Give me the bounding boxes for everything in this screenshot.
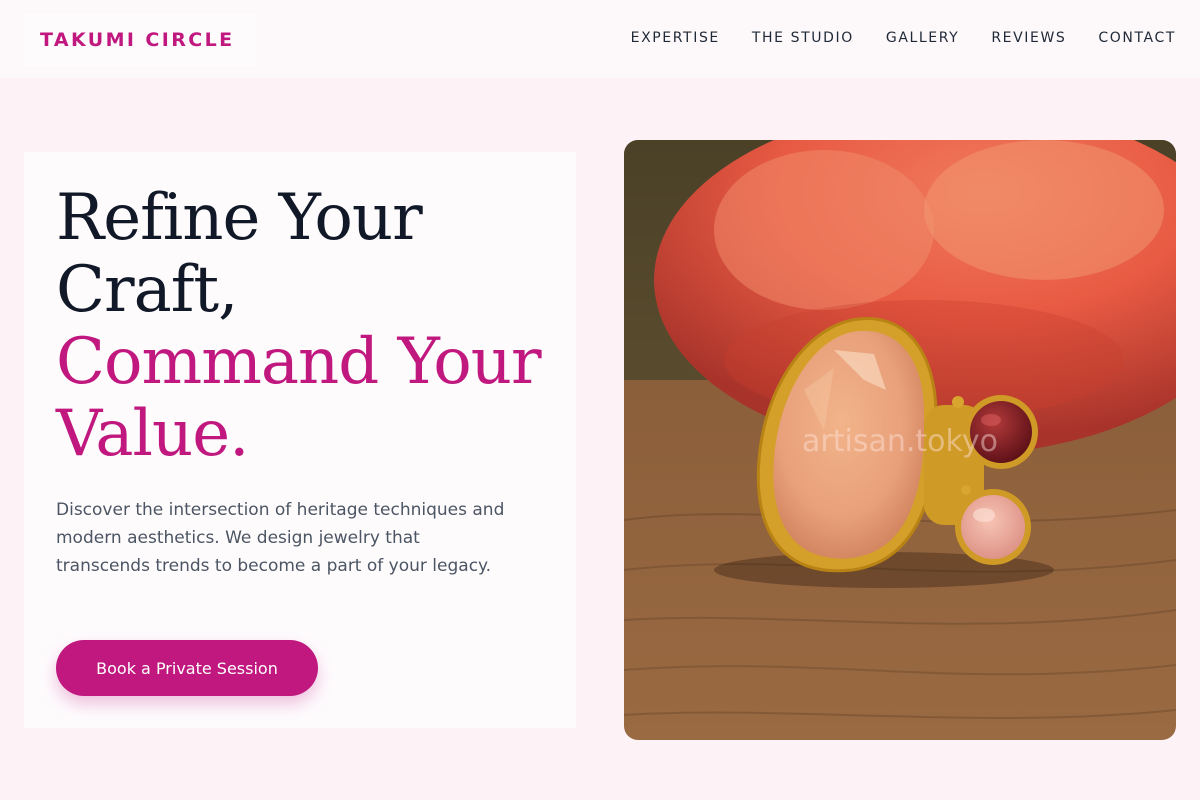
headline-accent-line-2: Value. [56,397,249,471]
headline-accent-line-1: Command Your [56,325,542,399]
hero-description: Discover the intersection of heritage te… [56,500,505,576]
nav-link-contact[interactable]: CONTACT [1098,28,1176,48]
brand-logo[interactable]: TAKUMI CIRCLE [24,14,256,66]
hero-headline: Refine Your Craft, Command Your Value. [56,182,556,470]
nav-link-expertise[interactable]: EXPERTISE [631,28,720,48]
ring-illustration [624,140,1176,740]
main-nav: EXPERTISE THE STUDIO GALLERY REVIEWS CON… [631,28,1176,48]
site-header: TAKUMI CIRCLE EXPERTISE THE STUDIO GALLE… [0,0,1200,78]
hero-card: Refine Your Craft, Command Your Value. D… [24,152,576,728]
headline-line-1: Refine Your [56,181,423,255]
nav-link-reviews[interactable]: REVIEWS [991,28,1066,48]
hero-ring-photo: artisan.tokyo [624,140,1176,740]
nav-link-gallery[interactable]: GALLERY [886,28,959,48]
nav-link-the-studio[interactable]: THE STUDIO [752,28,854,48]
headline-line-2: Craft, [56,253,238,327]
book-session-button[interactable]: Book a Private Session [56,640,318,696]
